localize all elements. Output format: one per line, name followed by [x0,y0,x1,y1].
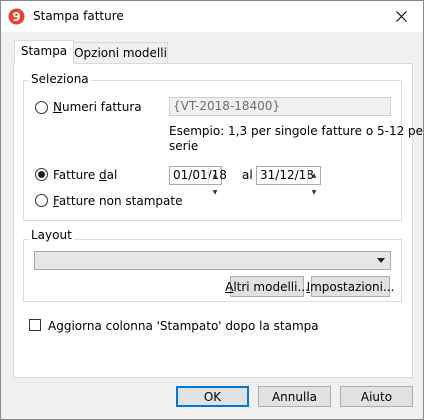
aiuto-label: Aiuto [360,389,393,404]
numeri-fattura-input[interactable]: {VT-2018-18400} [169,97,391,116]
svg-text:9: 9 [12,10,20,24]
annulla-label: Annulla [271,389,318,404]
chevron-down-icon [377,258,385,263]
tab-opzioni-modelli[interactable]: Opzioni modelli [73,42,168,64]
date-from-input[interactable]: 01/01/18 ▲ ▼ [169,166,227,196]
date-from-spinner[interactable]: ▲ ▼ [208,167,221,196]
fatture-dal-label: Fatture dal [53,168,118,182]
tab-stampa-label: Stampa [20,44,68,58]
date-to-spinner[interactable]: ▲ ▼ [307,167,320,196]
title-bar: 9 Stampa fatture [1,1,423,32]
seleziona-legend: Seleziona [29,72,91,86]
aggiorna-checkbox[interactable] [29,319,41,331]
tab-opzioni-label: Opzioni modelli [74,46,167,60]
app-logo-icon: 9 [8,8,25,25]
window-title: Stampa fatture [33,9,124,23]
layout-select[interactable] [34,251,391,270]
numeri-fattura-value: {VT-2018-18400} [173,99,281,113]
aiuto-button[interactable]: Aiuto [340,386,413,407]
impostazioni-button[interactable]: Impostazioni... [307,276,394,297]
aggiorna-label: Aggiorna colonna 'Stampato' dopo la stam… [48,319,319,333]
dialog-window: 9 Stampa fatture Stampa Opzioni modelli … [0,0,424,420]
tab-stampa[interactable]: Stampa [14,40,74,64]
tab-panel-stampa: Seleziona Numeri fattura {VT-2018-18400}… [13,63,424,378]
fatture-non-stampate-label: Fatture non stampate [53,194,183,208]
radio-fatture-non-stampate[interactable] [35,194,48,207]
esempio-text-2: serie [169,139,199,153]
numeri-fattura-label: Numeri fattura [53,100,142,114]
date-to-value: 31/12/18 [260,168,314,182]
esempio-text: Esempio: 1,3 per singole fatture o 5-12 … [169,124,424,138]
radio-numeri-fattura[interactable] [35,101,48,114]
radio-fatture-dal[interactable] [35,168,48,181]
layout-legend: Layout [29,228,74,242]
close-icon [395,11,407,22]
annulla-button[interactable]: Annulla [258,386,331,407]
ok-label: OK [203,389,222,404]
ok-button[interactable]: OK [176,386,249,407]
date-to-input[interactable]: 31/12/18 ▲ ▼ [256,166,321,196]
al-label: al [242,168,253,182]
close-button[interactable] [379,1,423,32]
altri-modelli-button[interactable]: Altri modelli... [225,276,309,297]
